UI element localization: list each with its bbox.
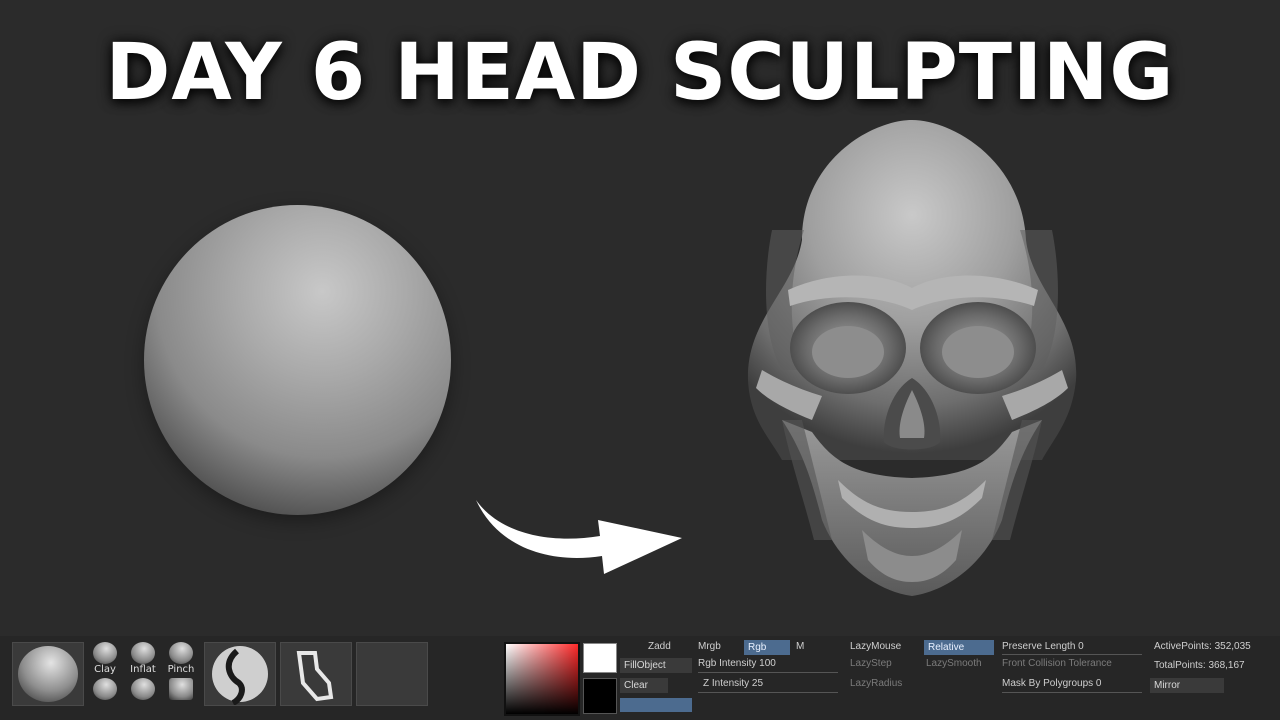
mirror-button[interactable]: Mirror <box>1150 678 1224 693</box>
mrgb-button[interactable]: Mrgb <box>698 641 721 652</box>
main-color-swatch[interactable] <box>583 643 617 673</box>
alpha-thumbnail[interactable] <box>280 642 352 706</box>
brush-6-icon <box>169 678 193 700</box>
z-intensity-slider[interactable]: Z Intensity 25 <box>703 678 763 689</box>
brush-slot-4[interactable] <box>88 678 122 700</box>
zadd-button[interactable]: Zadd <box>648 641 671 652</box>
active-points-readout: ActivePoints: 352,035 <box>1154 641 1251 652</box>
lazy-radius-slider[interactable]: LazyRadius <box>850 678 902 689</box>
preserve-length-track <box>1002 654 1142 655</box>
mask-polygroups-track <box>1002 692 1142 693</box>
pinch-brush-icon <box>169 642 193 664</box>
preserve-length-slider[interactable]: Preserve Length 0 <box>1002 641 1084 652</box>
stroke-icon <box>212 646 268 706</box>
mask-by-polygroups-slider[interactable]: Mask By Polygroups 0 <box>1002 678 1102 689</box>
rgb-button[interactable]: Rgb <box>744 640 790 655</box>
secondary-color-swatch[interactable] <box>583 678 617 714</box>
brush-4-icon <box>93 678 117 700</box>
color-picker[interactable] <box>504 642 580 716</box>
inflat-brush-icon <box>131 642 155 664</box>
pinch-brush-label: Pinch <box>167 664 195 675</box>
lazy-mouse-button[interactable]: LazyMouse <box>850 641 901 652</box>
lazy-step-slider[interactable]: LazyStep <box>850 658 892 669</box>
clay-brush-icon <box>93 642 117 664</box>
stroke-thumbnail[interactable] <box>204 642 276 706</box>
inflat-brush[interactable]: Inflat <box>126 642 160 675</box>
skull-sculpt <box>747 120 1077 596</box>
clear-button[interactable]: Clear <box>620 678 668 693</box>
clay-brush[interactable]: Clay <box>88 642 122 675</box>
arrow-icon <box>476 500 682 574</box>
relative-button[interactable]: Relative <box>924 640 994 655</box>
texture-thumbnail[interactable] <box>356 642 428 706</box>
pinch-brush[interactable]: Pinch <box>164 642 198 675</box>
rgb-intensity-slider[interactable]: Rgb Intensity 100 <box>698 658 776 669</box>
rgb-intensity-track <box>698 672 838 673</box>
lazy-smooth-slider[interactable]: LazySmooth <box>926 658 982 669</box>
brush-slot-5[interactable] <box>126 678 160 700</box>
front-collision-slider[interactable]: Front Collision Tolerance <box>1002 658 1112 669</box>
zadd-active-bar[interactable] <box>620 698 692 712</box>
total-points-readout: TotalPoints: 368,167 <box>1154 660 1245 671</box>
clay-brush-label: Clay <box>94 664 116 675</box>
brush-slot-6[interactable] <box>164 678 198 700</box>
m-button[interactable]: M <box>796 641 804 652</box>
sphere-mesh <box>144 205 451 515</box>
inflat-brush-label: Inflat <box>130 664 156 675</box>
current-brush-thumbnail[interactable] <box>12 642 84 706</box>
z-intensity-track <box>698 692 838 693</box>
alpha-icon <box>296 651 334 702</box>
brush-5-icon <box>131 678 155 700</box>
thumbnail-title: DAY 6 HEAD SCULPTING <box>105 28 1175 118</box>
fill-object-button[interactable]: FillObject <box>620 658 692 673</box>
